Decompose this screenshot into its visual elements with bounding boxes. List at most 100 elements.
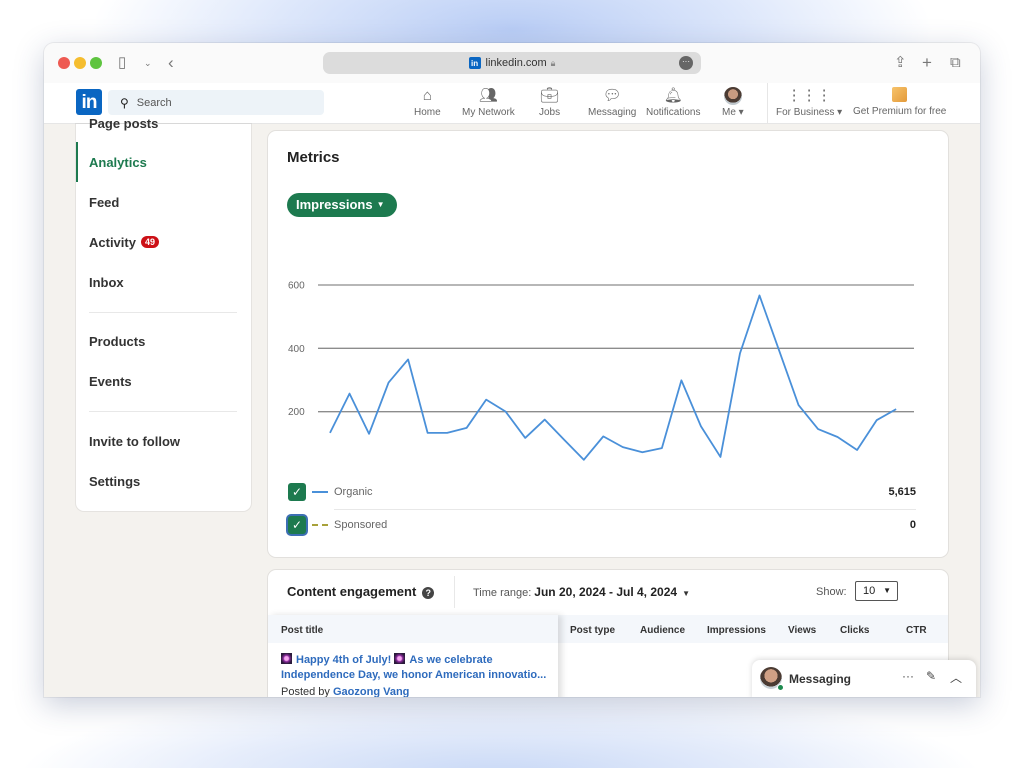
post-title-link[interactable]: Happy 4th of July! As we celebrate Indep… (281, 653, 551, 683)
show-count-value: 10 (863, 585, 876, 597)
impressions-chart: 0200400600Jun 3Jun 8Jun 13Jun 18Jun 23Ju… (288, 281, 914, 461)
nav-label: Me ▾ (722, 107, 744, 118)
chevron-down-icon[interactable]: ⌄ (144, 53, 152, 73)
linkedin-favicon-icon: in (468, 57, 481, 69)
network-icon: 👥︎ (478, 87, 498, 104)
compose-icon[interactable]: ✎ (926, 669, 936, 683)
help-icon[interactable]: ? (422, 587, 435, 599)
sidebar-item-page-posts[interactable]: Page posts (89, 116, 158, 131)
post-title-part: Independence Day, we honor American inno… (281, 669, 547, 681)
new-tab-icon[interactable]: + (922, 53, 932, 73)
post-title-part: As we celebrate (409, 654, 493, 666)
close-window-button[interactable] (58, 57, 70, 69)
sponsored-checkbox[interactable]: ✓ (288, 516, 306, 534)
nav-messaging[interactable]: 💬︎ Messaging (588, 87, 636, 118)
active-indicator (76, 142, 78, 182)
organic-total: 5,615 (888, 486, 916, 498)
legend-sponsored: ✓ Sponsored 0 (288, 509, 916, 541)
sidebar-item-feed[interactable]: Feed (89, 195, 119, 210)
nav-home[interactable]: ⌂ Home (414, 87, 441, 118)
linkedin-logo[interactable]: in (76, 89, 102, 115)
fireworks-emoji-icon (281, 653, 292, 664)
metrics-card: Metrics Impressions▼ 0200400600Jun 3Jun … (268, 131, 948, 557)
nav-divider (767, 83, 768, 124)
sponsored-line-swatch (312, 524, 328, 526)
maximize-window-button[interactable] (90, 57, 102, 69)
y-tick-label: 600 (288, 281, 305, 292)
sidebar-item-invite-to-follow[interactable]: Invite to follow (89, 434, 180, 449)
sidebar-divider (89, 411, 237, 412)
nav-for-business[interactable]: ⋮⋮⋮ For Business ▾ (776, 87, 842, 118)
column-audience[interactable]: Audience (640, 625, 685, 636)
nav-label: Get Premium for free (853, 106, 947, 117)
sidebar-item-activity[interactable]: Activity 49 (89, 235, 159, 250)
time-range-dropdown[interactable]: Time range: Jun 20, 2024 - Jul 4, 2024 ▼ (473, 585, 690, 599)
messaging-bar[interactable]: Messaging ··· ✎ ︿ (752, 660, 976, 697)
column-impressions[interactable]: Impressions (707, 625, 766, 636)
notification-badge: 49 (140, 236, 159, 248)
nav-notifications[interactable]: 🔔︎ Notifications (646, 87, 700, 118)
sponsored-total: 0 (909, 519, 916, 531)
address-bar[interactable]: in linkedin.com 🔒︎ ··· (323, 52, 701, 74)
author-link[interactable]: Gaozong Vang (333, 686, 409, 697)
y-tick-label: 400 (288, 344, 305, 355)
title-text: Content engagement (287, 584, 417, 599)
sidebar-item-events[interactable]: Events (89, 374, 132, 389)
grid-icon: ⋮⋮⋮ (786, 87, 832, 104)
legend-label: Organic (334, 486, 373, 498)
column-post-type[interactable]: Post type (570, 625, 615, 636)
time-range-label: Time range: (473, 587, 532, 599)
search-input[interactable]: ⚲ Search (108, 90, 324, 115)
post-title-part: Happy 4th of July! (296, 654, 392, 666)
sidebar-item-settings[interactable]: Settings (89, 474, 140, 489)
browser-toolbar: ▯ ⌄ ‹ in linkedin.com 🔒︎ ··· ⇪ + ⧉ (44, 43, 980, 83)
fireworks-emoji-icon (394, 653, 406, 664)
online-status-icon (777, 684, 784, 691)
column-views[interactable]: Views (788, 625, 816, 636)
column-clicks[interactable]: Clicks (840, 625, 869, 636)
background-glow (0, 697, 1024, 768)
share-icon[interactable]: ⇪ (894, 53, 907, 73)
legend-organic: ✓ Organic 5,615 (288, 476, 916, 508)
nav-label: My Network (462, 107, 515, 118)
nav-jobs[interactable]: 💼︎ Jobs (539, 87, 560, 118)
nav-my-network[interactable]: 👥︎ My Network (462, 87, 515, 118)
browser-window: ▯ ⌄ ‹ in linkedin.com 🔒︎ ··· ⇪ + ⧉ in ⚲ … (44, 43, 980, 697)
nav-me[interactable]: Me ▾ (722, 87, 744, 118)
bell-icon: 🔔︎ (663, 87, 683, 104)
sidebar: Page posts Analytics Feed Activity 49 Inb… (76, 116, 251, 511)
more-options-icon[interactable]: ··· (902, 669, 914, 683)
briefcase-icon: 💼︎ (540, 87, 560, 104)
show-count-select[interactable]: 10 ▼ (855, 581, 898, 601)
back-icon[interactable]: ‹ (168, 53, 174, 73)
sidebar-item-products[interactable]: Products (89, 334, 145, 349)
messaging-label: Messaging (789, 672, 852, 686)
chevron-up-icon[interactable]: ︿ (950, 669, 962, 686)
content-engagement-title: Content engagement? (287, 584, 435, 599)
organic-checkbox[interactable]: ✓ (288, 483, 306, 501)
post-title-column: Post title Happy 4th of July! As we cele… (268, 615, 558, 697)
avatar (723, 87, 742, 105)
nav-label: Notifications (646, 107, 701, 118)
sidebar-divider (89, 312, 237, 313)
nav-get-premium[interactable]: Get Premium for free (853, 87, 946, 117)
url-text: linkedin.com (485, 57, 547, 69)
header-divider (454, 576, 455, 608)
sidebar-item-analytics[interactable]: Analytics (89, 155, 147, 170)
more-icon[interactable]: ··· (679, 56, 693, 70)
column-post-title[interactable]: Post title (281, 625, 323, 636)
premium-icon (892, 87, 908, 102)
tab-overview-icon[interactable]: ⧉ (950, 53, 961, 73)
minimize-window-button[interactable] (74, 57, 86, 69)
sidebar-item-inbox[interactable]: Inbox (89, 275, 124, 290)
column-ctr[interactable]: CTR (906, 625, 927, 636)
nav-label: Home (414, 107, 441, 118)
posted-by-label: Posted by (281, 686, 330, 697)
lock-icon: 🔒︎ (550, 57, 556, 68)
sidebar-toggle-icon[interactable]: ▯ (118, 53, 126, 73)
time-range-value: Jun 20, 2024 - Jul 4, 2024 (534, 585, 678, 599)
legend-label: Sponsored (334, 519, 388, 531)
caret-down-icon: ▼ (883, 586, 891, 595)
nav-label: Messaging (588, 107, 637, 118)
caret-down-icon: ▼ (682, 589, 690, 598)
